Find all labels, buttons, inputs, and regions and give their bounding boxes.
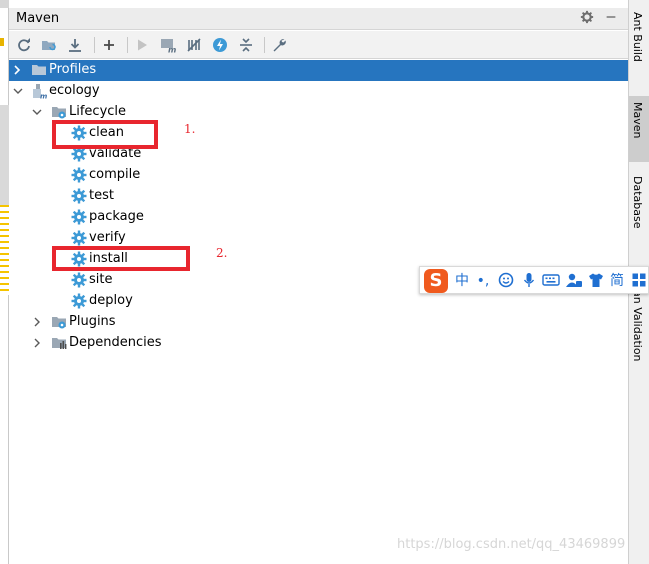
gear-icon <box>71 167 87 183</box>
sidebar-tab-maven[interactable]: Maven <box>629 96 649 162</box>
lifecycle-phase-deploy[interactable]: deploy <box>9 291 628 312</box>
gear-icon <box>71 230 87 246</box>
expand-arrow-icon[interactable] <box>31 315 43 329</box>
tree-node-profiles[interactable]: Profiles <box>9 60 628 81</box>
phase-label: verify <box>89 230 126 245</box>
tool-window-header: Maven <box>9 8 628 30</box>
collapse-arrow-icon[interactable] <box>12 84 24 98</box>
annotation-label-2: 2. <box>216 246 228 260</box>
user-badge-icon[interactable] <box>565 272 583 290</box>
expand-arrow-icon[interactable] <box>31 336 43 350</box>
annotation-box-clean <box>52 120 158 149</box>
sidebar-tab-label: Ant Build <box>631 12 644 62</box>
tree-node-label: Dependencies <box>69 335 162 350</box>
generate-sources-icon[interactable] <box>40 36 58 54</box>
tree-node-plugins[interactable]: Plugins <box>9 312 628 333</box>
lifecycle-phase-package[interactable]: package <box>9 207 628 228</box>
ime-floating-toolbar: S 中 •, 简 <box>419 266 649 294</box>
lifecycle-folder-icon <box>51 104 67 120</box>
folder-icon <box>31 62 47 78</box>
lifecycle-phase-test[interactable]: test <box>9 186 628 207</box>
add-icon[interactable] <box>100 36 118 54</box>
svg-text:m: m <box>40 93 47 100</box>
expand-arrow-icon[interactable] <box>12 63 24 77</box>
maven-goal-icon[interactable]: m <box>159 36 177 54</box>
ime-logo[interactable]: S <box>424 269 448 293</box>
tree-node-label: Plugins <box>69 314 116 329</box>
svg-text:m: m <box>168 46 176 54</box>
annotation-label-1: 1. <box>184 122 196 136</box>
tree-node-label: ecology <box>49 83 100 98</box>
skip-tests-icon[interactable] <box>211 36 229 54</box>
tree-node-label: Profiles <box>49 62 97 77</box>
gutter-marker <box>0 38 4 46</box>
refresh-icon[interactable] <box>15 36 33 54</box>
gear-icon <box>71 188 87 204</box>
tree-node-project[interactable]: m ecology <box>9 81 628 102</box>
keyboard-icon[interactable] <box>541 272 561 290</box>
ime-mode-toggle[interactable]: 中 <box>454 272 470 290</box>
toolbar-separator <box>94 37 95 53</box>
sidebar-tab-ant-build[interactable]: Ant Build <box>629 6 649 92</box>
sidebar-tab-label: an Validation <box>631 290 644 362</box>
emoji-icon[interactable] <box>497 272 515 290</box>
sidebar-tab-label: Maven <box>631 102 644 139</box>
phase-label: package <box>89 209 144 224</box>
ime-punctuation-toggle[interactable]: •, <box>476 272 490 290</box>
phase-label: site <box>89 272 113 287</box>
skin-shirt-icon[interactable] <box>587 272 605 290</box>
annotation-box-install <box>52 246 190 271</box>
microphone-icon[interactable] <box>520 272 538 290</box>
gear-icon <box>71 209 87 225</box>
gear-icon <box>71 293 87 309</box>
toolbar-separator <box>127 37 128 53</box>
phase-label: compile <box>89 167 141 182</box>
plugins-folder-icon <box>51 314 67 330</box>
gutter-highlight-stripes <box>0 205 9 295</box>
tree-node-label: Lifecycle <box>69 104 127 119</box>
collapse-arrow-icon[interactable] <box>31 105 43 119</box>
minimize-icon[interactable] <box>603 10 619 26</box>
gutter-top <box>0 0 9 8</box>
toggle-offline-icon[interactable] <box>185 36 203 54</box>
lifecycle-phase-compile[interactable]: compile <box>9 165 628 186</box>
settings-wrench-icon[interactable] <box>270 36 288 54</box>
maven-toolbar: m <box>9 31 628 59</box>
ime-simplified-toggle[interactable]: 简 <box>608 272 626 290</box>
editor-gutter-strip <box>0 0 9 564</box>
download-icon[interactable] <box>66 36 84 54</box>
dependencies-folder-icon <box>51 335 67 351</box>
gutter-gray-block <box>0 105 9 205</box>
maven-project-icon: m <box>31 83 47 101</box>
phase-label: deploy <box>89 293 133 308</box>
tree-node-dependencies[interactable]: Dependencies <box>9 333 628 354</box>
toolbar-separator <box>264 37 265 53</box>
sidebar-tab-database[interactable]: Database <box>629 170 649 248</box>
gear-icon <box>71 272 87 288</box>
sidebar-tab-bean-validation[interactable]: an Validation <box>629 290 649 370</box>
ime-grid-menu-icon[interactable] <box>630 272 648 290</box>
phase-label: test <box>89 188 114 203</box>
watermark-text: https://blog.csdn.net/qq_43469899 <box>397 537 626 552</box>
gear-icon[interactable] <box>579 10 595 26</box>
tool-window-title: Maven <box>16 11 60 26</box>
sidebar-tab-label: Database <box>631 176 644 229</box>
run-icon[interactable] <box>133 36 151 54</box>
collapse-all-icon[interactable] <box>237 36 255 54</box>
